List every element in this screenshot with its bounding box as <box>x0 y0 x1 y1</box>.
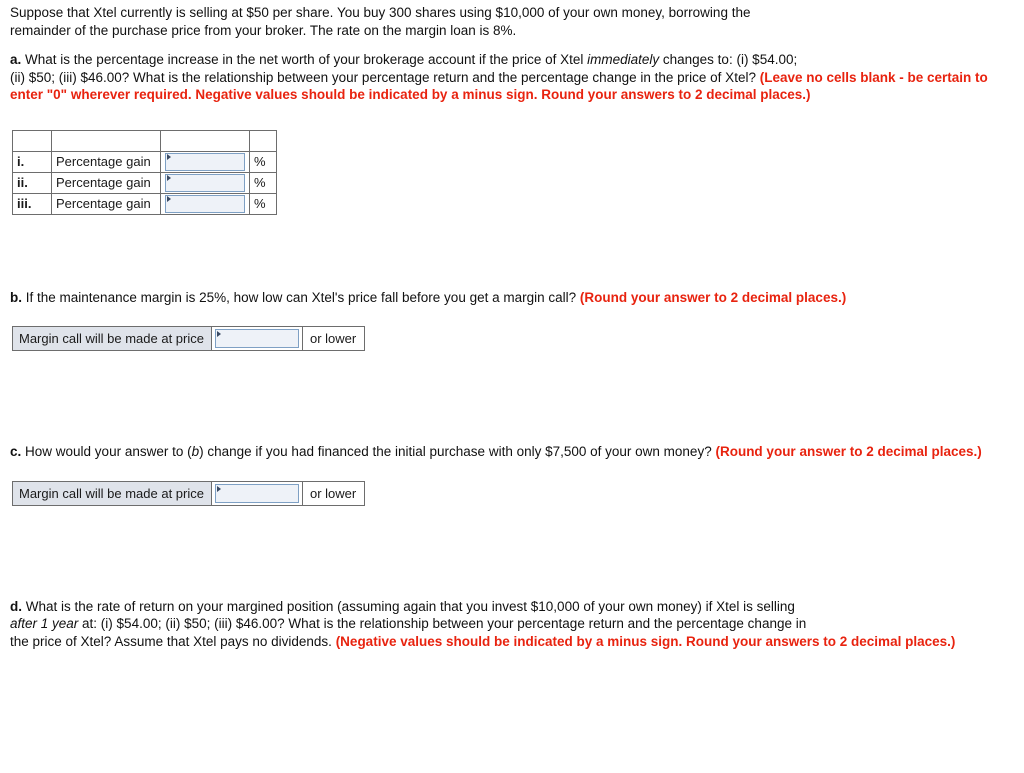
part-c-answer-suffix: or lower <box>302 481 365 505</box>
part-d-italic-1: after 1 year <box>10 616 79 632</box>
part-c-answer-row: Margin call will be made at price or low… <box>12 480 366 506</box>
part-b-answer-suffix: or lower <box>302 327 365 351</box>
part-d-text-2: at: (i) $54.00; (ii) $50; (iii) $46.00? … <box>78 616 807 632</box>
part-a-label: a. <box>10 52 22 68</box>
row-number-ii: ii. <box>12 171 52 194</box>
spacer-after-part-a <box>10 215 1012 289</box>
header-cell-label <box>51 129 161 152</box>
percentage-gain-table: i. Percentage gain % ii. Percentage gain… <box>12 129 277 215</box>
part-d-text-3: the price of Xtel? Assume that Xtel pays… <box>10 633 336 649</box>
table-row: iii. Percentage gain % <box>12 192 277 215</box>
worksheet-page: Suppose that Xtel currently is selling a… <box>0 0 1024 650</box>
part-d-instruction: (Negative values should be indicated by … <box>335 633 956 649</box>
part-a-table-wrapper: i. Percentage gain % ii. Percentage gain… <box>12 129 1012 215</box>
part-b-text-1: If the maintenance margin is 25%, how lo… <box>25 289 580 305</box>
table-row: ii. Percentage gain % <box>12 171 277 194</box>
part-c-input-cell[interactable] <box>211 481 303 505</box>
intro-line-1: Suppose that Xtel currently is selling a… <box>10 5 751 20</box>
row-unit-ii: % <box>249 171 277 194</box>
percentage-gain-input-i[interactable] <box>160 150 250 173</box>
spacer-after-part-c <box>10 506 1012 598</box>
spacer-after-intro <box>10 39 1012 51</box>
row-label-iii: Percentage gain <box>51 192 161 215</box>
spacer-after-part-b <box>10 351 1012 443</box>
header-cell-number <box>12 129 52 152</box>
part-c-text-1: How would your answer to ( <box>25 444 192 460</box>
margin-call-price-input-b[interactable] <box>214 329 299 349</box>
part-b-input-cell[interactable] <box>211 327 303 351</box>
row-number-iii: iii. <box>12 192 52 215</box>
part-c-question: c. How would your answer to (b) change i… <box>10 443 1012 461</box>
input-box-ii[interactable] <box>165 173 245 192</box>
row-number-i: i. <box>12 150 52 173</box>
row-unit-iii: % <box>249 192 277 215</box>
part-d-label: d. <box>10 598 22 614</box>
table-row: i. Percentage gain % <box>12 150 277 173</box>
intro-line-2: remainder of the purchase price from you… <box>10 22 517 38</box>
part-c-instruction: (Round your answer to 2 decimal places.) <box>715 444 982 460</box>
part-b-answer-row: Margin call will be made at price or low… <box>12 326 366 352</box>
input-box-i[interactable] <box>165 152 245 171</box>
input-box-iii[interactable] <box>165 194 245 213</box>
percentage-gain-input-iii[interactable] <box>160 192 250 215</box>
part-b-answer-label: Margin call will be made at price <box>13 327 212 351</box>
row-unit-i: % <box>249 150 277 173</box>
percentage-gain-input-ii[interactable] <box>160 171 250 194</box>
part-c-text-2: ) change if you had financed the initial… <box>199 444 716 460</box>
part-a-question: a. What is the percentage increase in th… <box>10 51 1012 104</box>
part-b-question: b. If the maintenance margin is 25%, how… <box>10 289 1012 307</box>
part-d-question: d. What is the rate of return on your ma… <box>10 598 1012 651</box>
part-c-answer-label: Margin call will be made at price <box>13 481 212 505</box>
part-a-text-2: changes to: (i) $54.00; <box>659 52 798 68</box>
header-cell-input <box>160 129 250 152</box>
part-a-text-3: (ii) $50; (iii) $46.00? What is the rela… <box>10 69 760 85</box>
part-b-instruction: (Round your answer to 2 decimal places.) <box>579 289 847 305</box>
part-c-italic-1: b <box>191 444 200 460</box>
part-b-label: b. <box>10 289 22 305</box>
header-cell-unit <box>249 129 277 152</box>
part-a-italic-1: immediately <box>587 52 660 68</box>
margin-call-price-input-c[interactable] <box>214 483 299 503</box>
row-label-i: Percentage gain <box>51 150 161 173</box>
table-header-row <box>12 129 277 152</box>
intro-paragraph: Suppose that Xtel currently is selling a… <box>10 4 1012 39</box>
part-d-text-1: What is the rate of return on your margi… <box>25 598 795 614</box>
part-a-text-1: What is the percentage increase in the n… <box>25 52 588 68</box>
part-c-label: c. <box>10 444 22 460</box>
row-label-ii: Percentage gain <box>51 171 161 194</box>
